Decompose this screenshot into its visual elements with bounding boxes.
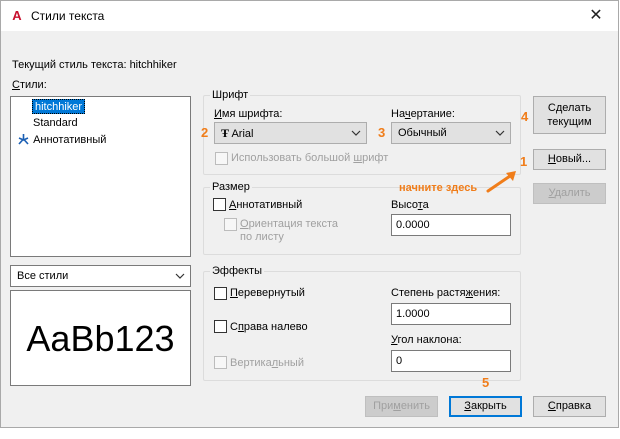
- width-factor-input[interactable]: 1.0000: [391, 303, 511, 325]
- start-here-hint: начните здесь: [399, 182, 478, 194]
- close-window-button[interactable]: ✕: [574, 1, 618, 31]
- oblique-angle-input[interactable]: 0: [391, 350, 511, 372]
- step-1-marker: 1: [520, 154, 528, 169]
- backwards-label: Справа налево: [230, 321, 308, 333]
- upside-down-label: Перевернутый: [230, 287, 305, 299]
- close-button[interactable]: Закрыть: [449, 396, 522, 417]
- step-4-marker: 4: [521, 109, 529, 124]
- apply-button[interactable]: Применить: [365, 396, 438, 417]
- height-input[interactable]: 0.0000: [391, 214, 511, 236]
- match-orientation-checkbox[interactable]: [224, 218, 237, 231]
- styles-label: Стили:: [12, 79, 47, 91]
- arrow-pointer-icon: [486, 171, 516, 193]
- match-orientation-label: Ориентация текста по листу: [240, 218, 339, 243]
- size-group-title: Размер: [210, 180, 252, 194]
- new-style-button[interactable]: Новый...: [533, 149, 606, 170]
- step-5-marker: 5: [482, 375, 490, 390]
- text-style-dialog: A Стили текста ✕ Текущий стиль текста: h…: [0, 0, 619, 428]
- font-name-label: Имя шрифта:: [214, 108, 283, 120]
- chevron-down-icon: [495, 130, 505, 136]
- use-bigfont-label: Использовать большой шрифт: [231, 152, 389, 164]
- annotative-label: Аннотативный: [229, 199, 303, 211]
- backwards-checkbox[interactable]: [214, 320, 227, 333]
- width-factor-label: Степень растяжения:: [391, 287, 501, 299]
- autocad-logo-icon: A: [12, 8, 22, 23]
- vertical-checkbox[interactable]: [214, 356, 227, 369]
- current-style-label: Текущий стиль текста:: [12, 59, 127, 71]
- current-style-row: Текущий стиль текста: hitchhiker: [12, 59, 177, 71]
- window-title: Стили текста: [31, 9, 105, 23]
- current-style-value: hitchhiker: [129, 59, 177, 71]
- vertical-label: Вертикальный: [230, 357, 304, 369]
- height-label: Высота: [391, 199, 429, 211]
- step-2-marker: 2: [201, 125, 209, 140]
- font-group-title: Шрифт: [210, 88, 251, 102]
- style-item-annotative[interactable]: Аннотативный: [17, 133, 106, 148]
- annotative-checkbox[interactable]: [213, 198, 226, 211]
- chevron-down-icon: [351, 130, 361, 136]
- style-preview: AaBb123: [10, 290, 191, 386]
- font-style-select[interactable]: Обычный: [391, 122, 511, 144]
- oblique-angle-label: Угол наклона:: [391, 334, 462, 346]
- truetype-icon: Ŧ: [221, 126, 230, 140]
- styles-filter-select[interactable]: Все стили: [10, 265, 191, 287]
- delete-style-button[interactable]: Удалить: [533, 183, 606, 204]
- annotative-icon: [18, 134, 29, 145]
- step-3-marker: 3: [378, 125, 386, 140]
- preview-sample-text: AaBb123: [26, 318, 175, 359]
- chevron-down-icon: [175, 273, 185, 279]
- effects-group-title: Эффекты: [210, 264, 265, 278]
- help-button[interactable]: Справка: [533, 396, 606, 417]
- style-item-standard[interactable]: Standard: [33, 116, 78, 131]
- upside-down-checkbox[interactable]: [214, 287, 227, 300]
- use-bigfont-checkbox[interactable]: [215, 152, 228, 165]
- set-current-button[interactable]: Сделать текущим: [533, 96, 606, 134]
- style-item-hitchhiker[interactable]: hitchhiker: [32, 99, 86, 114]
- close-icon: ✕: [589, 7, 603, 24]
- title-bar: A Стили текста ✕: [1, 1, 618, 31]
- font-style-label: Начертание:: [391, 108, 455, 120]
- styles-list[interactable]: hitchhiker Standard Аннотативный: [10, 96, 191, 257]
- font-name-select[interactable]: Ŧ Arial: [214, 122, 367, 144]
